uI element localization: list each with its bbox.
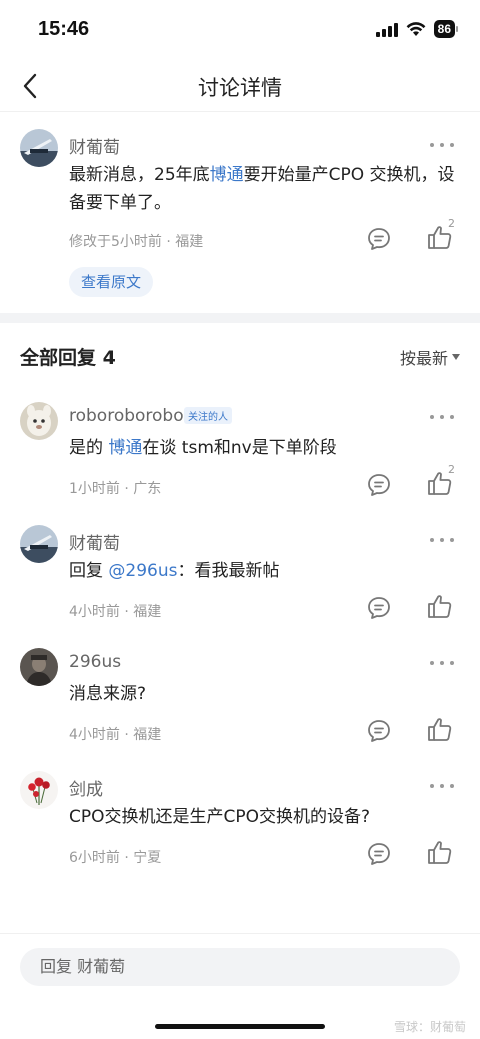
- signal-icon: [375, 21, 398, 37]
- thumbs-up-icon[interactable]: [426, 592, 454, 620]
- reply-meta: 1小时前 · 广东: [69, 481, 162, 497]
- status-bar: 15:46 86: [0, 0, 480, 60]
- reply-text-part: ：看我最新帖: [177, 561, 280, 581]
- replies-title: 全部回复 4: [20, 347, 116, 369]
- main-post: 财葡萄 最新消息，25年底博通要开始量产CPO 交换机，设备要下单了。 修改于5…: [0, 113, 480, 313]
- more-button[interactable]: [430, 536, 454, 544]
- watermark: 雪球：财葡萄: [393, 1020, 466, 1034]
- reply-author[interactable]: 剑成: [69, 775, 103, 800]
- reply-text-part: 是的: [69, 438, 109, 458]
- stock-link[interactable]: 博通: [210, 165, 244, 185]
- nav-bar: 讨论详情: [0, 60, 480, 112]
- sort-label: 按最新: [399, 349, 448, 368]
- reply-author[interactable]: 财葡萄: [69, 529, 120, 554]
- comment-icon[interactable]: [365, 840, 393, 868]
- avatar[interactable]: [20, 129, 58, 167]
- like-count: 2: [448, 217, 455, 230]
- battery-level: 86: [433, 20, 455, 38]
- stock-link[interactable]: 博通: [108, 438, 142, 458]
- more-button[interactable]: [430, 141, 454, 149]
- page-title: 讨论详情: [198, 76, 282, 100]
- reply-meta: 4小时前 · 福建: [69, 727, 162, 743]
- like-count: 2: [448, 463, 455, 476]
- home-indicator: [155, 1024, 325, 1029]
- reply-content: CPO交换机还是生产CPO交换机的设备?: [69, 807, 371, 827]
- post-text-part: 最新消息，25年底: [69, 165, 210, 185]
- avatar[interactable]: [20, 771, 58, 809]
- reply-content: 消息来源?: [69, 684, 147, 704]
- comment-icon[interactable]: [365, 594, 393, 622]
- reply-content: 是的 博通在谈 tsm和nv是下单阶段: [69, 434, 464, 462]
- status-icons: 86: [375, 20, 458, 38]
- bottom-bar: 回复 财葡萄 雪球：财葡萄: [0, 933, 480, 1039]
- more-button[interactable]: [430, 782, 454, 790]
- reply-text-part: 在谈 tsm和nv是下单阶段: [142, 438, 337, 458]
- post-meta: 修改于5小时前 · 福建: [69, 234, 204, 250]
- reply-author[interactable]: roboroborobo: [69, 406, 184, 426]
- comment-icon[interactable]: [365, 471, 393, 499]
- more-button[interactable]: [430, 413, 454, 421]
- wifi-icon: [406, 22, 426, 36]
- reply-meta: 4小时前 · 福建: [69, 604, 162, 620]
- avatar[interactable]: [20, 525, 58, 563]
- battery-icon: 86: [433, 20, 458, 38]
- thumbs-up-icon[interactable]: [426, 838, 454, 866]
- post-content: 最新消息，25年底博通要开始量产CPO 交换机，设备要下单了。: [69, 161, 464, 217]
- replies-header: 全部回复 4 按最新: [0, 323, 480, 387]
- follow-badge: 关注的人: [184, 407, 232, 424]
- reply-text-part: 回复: [69, 561, 109, 581]
- avatar[interactable]: [20, 648, 58, 686]
- reply-input[interactable]: 回复 财葡萄: [20, 948, 460, 986]
- thumbs-up-icon[interactable]: [426, 715, 454, 743]
- caret-down-icon: [452, 354, 460, 360]
- mention-link[interactable]: @296us: [108, 561, 177, 581]
- reply-content: 回复 @296us：看我最新帖: [69, 557, 464, 585]
- comment-icon[interactable]: [365, 717, 393, 745]
- reply-item: 剑成 CPO交换机还是生产CPO交换机的设备? 6小时前 · 宁夏: [0, 765, 480, 888]
- reply-item: roboroborobo 关注的人 是的 博通在谈 tsm和nv是下单阶段 1小…: [0, 396, 480, 519]
- reply-item: 财葡萄 回复 @296us：看我最新帖 4小时前 · 福建: [0, 519, 480, 642]
- section-divider: [0, 313, 480, 323]
- comment-icon[interactable]: [365, 225, 393, 253]
- view-original-button[interactable]: 查看原文: [69, 267, 154, 297]
- reply-item: 296us 消息来源? 4小时前 · 福建: [0, 642, 480, 765]
- more-button[interactable]: [430, 659, 454, 667]
- avatar[interactable]: [20, 402, 58, 440]
- reply-meta: 6小时前 · 宁夏: [69, 850, 162, 866]
- post-author[interactable]: 财葡萄: [69, 133, 120, 158]
- reply-author[interactable]: 296us: [69, 652, 121, 672]
- sort-button[interactable]: 按最新: [400, 345, 460, 369]
- status-time: 15:46: [38, 18, 90, 40]
